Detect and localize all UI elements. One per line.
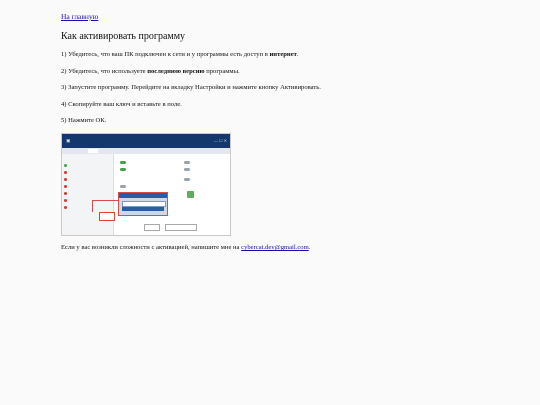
email-link[interactable]: cybercat.dev@gmail.com — [241, 244, 309, 251]
window-controls-icon: — ☐ ✕ — [213, 138, 227, 143]
status-error-icon — [64, 198, 67, 202]
step-1-bold: интернет — [269, 51, 297, 58]
footer-text: Если у вас возникли сложности с активаци… — [61, 244, 242, 251]
status-error-icon — [64, 191, 67, 195]
app-tab-1 — [64, 149, 76, 153]
activation-dialog — [118, 192, 168, 216]
step-1-text: 1) Убедитесь, что ваш ПК подключен к сет… — [61, 51, 270, 58]
app-tab-2 — [77, 149, 87, 153]
setting-toggle — [120, 168, 126, 171]
step-2: 2) Убедитесь, что используете последнюю … — [61, 68, 240, 75]
setting-toggle — [120, 185, 126, 188]
app-titlebar: ▣ — ☐ ✕ — [62, 134, 230, 148]
step-1-after: . — [296, 51, 299, 58]
activation-screenshot: ▣ — ☐ ✕ — [61, 133, 231, 236]
step-3: 3) Запустите программу. Перейдите на вкл… — [61, 84, 321, 91]
sidebar-row — [64, 177, 112, 181]
app-icon — [187, 191, 194, 198]
highlight-line — [92, 200, 118, 201]
setting-toggle — [184, 161, 190, 164]
footer-note: Если у вас возникли сложности с активаци… — [61, 244, 310, 251]
app-logo-icon: ▣ — [66, 138, 71, 143]
highlight-line — [92, 200, 93, 212]
status-error-icon — [64, 184, 67, 188]
app-tab-4 — [99, 149, 107, 153]
sidebar-row — [64, 156, 112, 160]
setting-toggle — [120, 161, 126, 164]
dialog-ok-button — [122, 207, 164, 211]
sidebar-row — [64, 163, 112, 167]
app-sidebar — [62, 154, 114, 235]
dialog-header — [119, 193, 167, 198]
setting-toggle — [184, 168, 190, 171]
step-1: 1) Убедитесь, что ваш ПК подключен к сет… — [61, 51, 299, 58]
step-5: 5) Нажмите ОК. — [61, 117, 107, 124]
page: На главную Как активировать программу 1)… — [0, 0, 540, 405]
dialog-button — [144, 224, 160, 231]
page-title: Как активировать программу — [61, 31, 186, 42]
app-tab-settings — [88, 149, 98, 153]
sidebar-row — [64, 170, 112, 174]
sidebar-row — [64, 191, 112, 195]
status-error-icon — [64, 170, 67, 174]
status-error-icon — [64, 205, 67, 209]
status-error-icon — [64, 177, 67, 181]
setting-toggle — [184, 178, 190, 181]
activate-button — [99, 212, 115, 221]
home-link[interactable]: На главную — [61, 12, 98, 21]
step-2-text: 2) Убедитесь, что используете — [61, 68, 148, 75]
sidebar-row — [64, 184, 112, 188]
sidebar-row — [64, 205, 112, 209]
step-4: 4) Скопируйте ваш ключ и вставьте в поле… — [61, 101, 182, 108]
footer-after: . — [308, 244, 311, 251]
step-2-after: программы. — [204, 68, 240, 75]
status-ok-icon — [64, 163, 67, 167]
step-2-bold: последнюю версию — [147, 68, 205, 75]
dialog-button — [165, 224, 197, 231]
